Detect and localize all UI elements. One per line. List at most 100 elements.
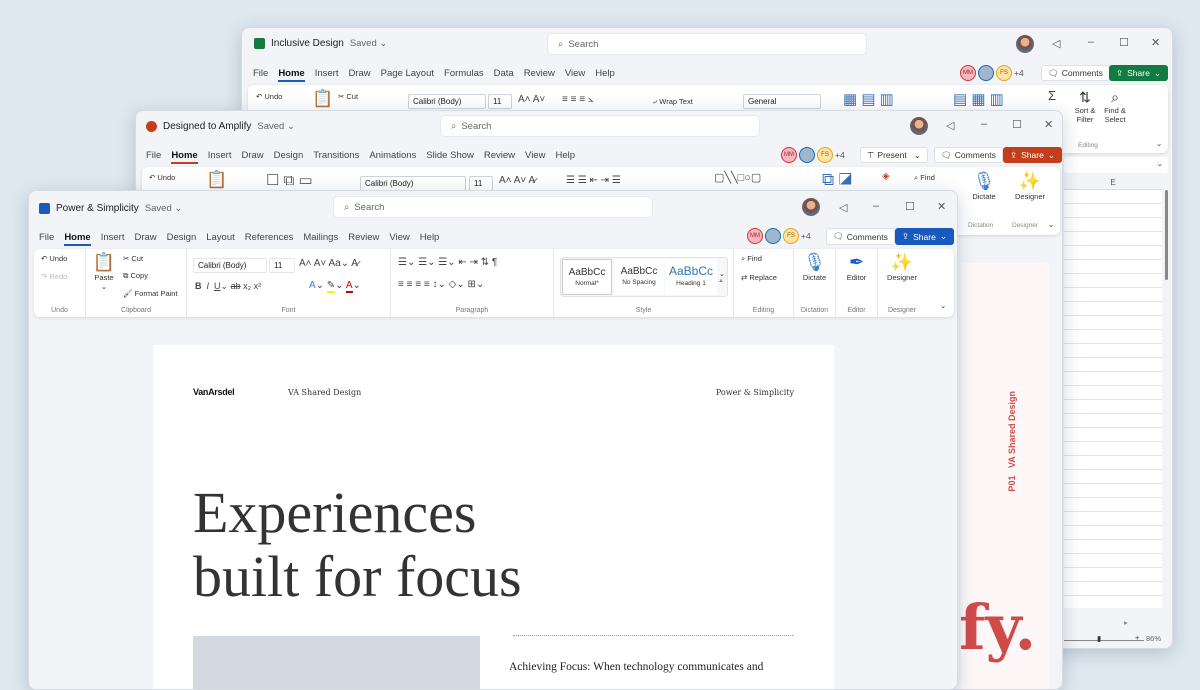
replace-button[interactable]: ⇄ Replace xyxy=(741,273,777,282)
collaborator-avatar[interactable]: MM xyxy=(960,65,976,81)
text-color-buttons[interactable]: A⌄ ✎⌄ A⌄ xyxy=(309,280,361,293)
new-slide-icons[interactable]: ☐ ⧉ ▭ xyxy=(266,171,313,189)
find-button[interactable]: ⌕ Find xyxy=(914,173,935,183)
tab-formulas[interactable]: Formulas xyxy=(444,68,484,82)
share-button[interactable]: ⇪ Share ⌄ xyxy=(1003,147,1062,163)
conditional-format-icons[interactable]: ▦ ▤ ▥ xyxy=(843,90,894,108)
zoom-thumb[interactable]: ▮ xyxy=(1097,634,1101,643)
account-avatar[interactable] xyxy=(1016,35,1034,53)
font-size-dropdown[interactable]: 11 xyxy=(269,258,295,273)
maximize-button[interactable]: ☐ xyxy=(1012,118,1022,131)
maximize-button[interactable]: ☐ xyxy=(905,200,915,213)
undo-button[interactable]: ↶ Undo xyxy=(149,173,175,182)
dictate-button[interactable]: 🎙 Dictate xyxy=(964,171,1004,201)
style-heading-1[interactable]: AaBbCc Heading 1 xyxy=(665,259,717,295)
collaborator-avatar[interactable]: FS xyxy=(817,147,833,163)
arrange-icons[interactable]: ⧉ ◪ xyxy=(822,170,852,190)
font-name-dropdown[interactable]: Calibri (Body) xyxy=(193,258,267,273)
minimize-button[interactable]: – xyxy=(1088,36,1094,48)
tab-review[interactable]: Review xyxy=(524,68,555,82)
tab-view[interactable]: View xyxy=(525,150,545,164)
account-avatar[interactable] xyxy=(802,198,820,216)
cut-button[interactable]: ✂ Cut xyxy=(123,254,143,263)
font-name-dropdown[interactable]: Calibri (Body) xyxy=(360,176,466,191)
tab-design[interactable]: Design xyxy=(167,232,197,246)
comments-button[interactable]: 🗨 Comments xyxy=(1041,65,1110,81)
saved-status[interactable]: Saved ⌄ xyxy=(257,121,295,132)
collaborator-avatar[interactable]: MM xyxy=(781,147,797,163)
tab-data[interactable]: Data xyxy=(494,68,514,82)
tab-references[interactable]: References xyxy=(245,232,294,246)
tab-file[interactable]: File xyxy=(253,68,268,82)
paste-icon[interactable]: 📋 xyxy=(312,89,333,109)
find-select-button[interactable]: ⌕ Find & Select xyxy=(1100,89,1130,124)
comments-button[interactable]: 🗨 Comments xyxy=(934,147,1003,163)
collaborators[interactable]: MM FS +4 xyxy=(781,147,845,163)
feedback-icon[interactable]: ◁ xyxy=(1052,37,1060,50)
font-size-buttons[interactable]: A˄ A˅ xyxy=(518,94,545,105)
paragraph-icons[interactable]: ☰ ☰ ⇤ ⇥ ☰ xyxy=(566,175,621,186)
zoom-in-icon[interactable]: + xyxy=(1135,633,1139,642)
expand-formula-icon[interactable]: ⌄ xyxy=(1157,159,1163,168)
tab-page-layout[interactable]: Page Layout xyxy=(381,68,434,82)
more-collaborators[interactable]: +4 xyxy=(1014,68,1024,78)
dictate-button[interactable]: 🎙 Dictate xyxy=(794,252,835,282)
column-header-e[interactable]: E xyxy=(1064,178,1162,190)
tab-mailings[interactable]: Mailings xyxy=(303,232,338,246)
minimize-button[interactable]: – xyxy=(873,200,879,212)
tab-transitions[interactable]: Transitions xyxy=(313,150,359,164)
shapes-gallery[interactable]: ▢╲╲□○▢ xyxy=(714,171,761,184)
zoom-level[interactable]: 86% xyxy=(1146,634,1161,643)
styles-gallery[interactable]: AaBbCc Normal* AaBbCc No Spacing AaBbCc Hea… xyxy=(560,257,728,297)
tab-insert[interactable]: Insert xyxy=(315,68,339,82)
format-buttons[interactable]: B I U⌄ ab x₂ x² xyxy=(195,281,261,292)
feedback-icon[interactable]: ◁ xyxy=(946,119,954,132)
tab-help[interactable]: Help xyxy=(595,68,615,82)
collaborator-avatar[interactable]: FS xyxy=(996,65,1012,81)
tab-home[interactable]: Home xyxy=(278,68,305,82)
shape-fill-icon[interactable]: ◈ xyxy=(882,171,890,182)
tab-slide-show[interactable]: Slide Show xyxy=(426,150,474,164)
tab-insert[interactable]: Insert xyxy=(101,232,125,246)
more-collaborators[interactable]: +4 xyxy=(835,150,845,160)
cells-icons[interactable]: ▤ ▦ ▥ xyxy=(953,90,1004,108)
tab-file[interactable]: File xyxy=(39,232,54,246)
tab-view[interactable]: View xyxy=(565,68,585,82)
collapse-ribbon-icon[interactable]: ⌄ xyxy=(940,301,946,310)
tab-animations[interactable]: Animations xyxy=(369,150,416,164)
tab-draw[interactable]: Draw xyxy=(134,232,156,246)
close-button[interactable]: ✕ xyxy=(1151,36,1160,49)
maximize-button[interactable]: ☐ xyxy=(1119,36,1129,49)
tab-view[interactable]: View xyxy=(389,232,409,246)
account-avatar[interactable] xyxy=(910,117,928,135)
format-painter-button[interactable]: 🖌 Format Paint xyxy=(123,289,178,298)
comments-button[interactable]: 🗨 Comments xyxy=(826,228,895,245)
style-normal[interactable]: AaBbCc Normal* xyxy=(562,259,612,295)
feedback-icon[interactable]: ◁ xyxy=(839,201,847,214)
collaborator-avatar[interactable]: MM xyxy=(747,228,763,244)
collapse-ribbon-icon[interactable]: ⌄ xyxy=(1156,139,1162,148)
font-size-dropdown[interactable]: 11 xyxy=(488,94,512,109)
close-button[interactable]: ✕ xyxy=(1044,118,1053,131)
designer-button[interactable]: ✨ Designer xyxy=(878,252,926,282)
alignment-icons[interactable]: ≡ ≡ ≡ ⦣ xyxy=(562,94,594,105)
font-size-buttons[interactable]: A˄ A˅ Aa⌄ A̷ xyxy=(299,258,358,269)
tab-layout[interactable]: Layout xyxy=(206,232,235,246)
find-button[interactable]: ⌕ Find xyxy=(741,254,762,264)
tab-draw[interactable]: Draw xyxy=(241,150,263,164)
search-box[interactable]: ⌕ Search xyxy=(334,197,652,217)
collaborator-avatar[interactable]: FS xyxy=(783,228,799,244)
minimize-button[interactable]: – xyxy=(981,118,987,130)
close-button[interactable]: ✕ xyxy=(937,200,946,213)
collaborator-avatar[interactable] xyxy=(765,228,781,244)
tab-help[interactable]: Help xyxy=(555,150,575,164)
more-collaborators[interactable]: +4 xyxy=(801,231,811,241)
formula-bar[interactable]: ⌄ xyxy=(1064,157,1168,173)
number-format-dropdown[interactable]: General xyxy=(743,94,821,109)
tab-review[interactable]: Review xyxy=(348,232,379,246)
tab-review[interactable]: Review xyxy=(484,150,515,164)
wrap-text-button[interactable]: ⤶ Wrap Text xyxy=(653,97,693,107)
document-page[interactable]: VanArsdel VA Shared Design Power & Simpl… xyxy=(153,345,834,689)
scroll-right-icon[interactable]: ▸ xyxy=(1124,618,1128,627)
sort-filter-button[interactable]: ⇅ Sort & Filter xyxy=(1070,89,1100,124)
